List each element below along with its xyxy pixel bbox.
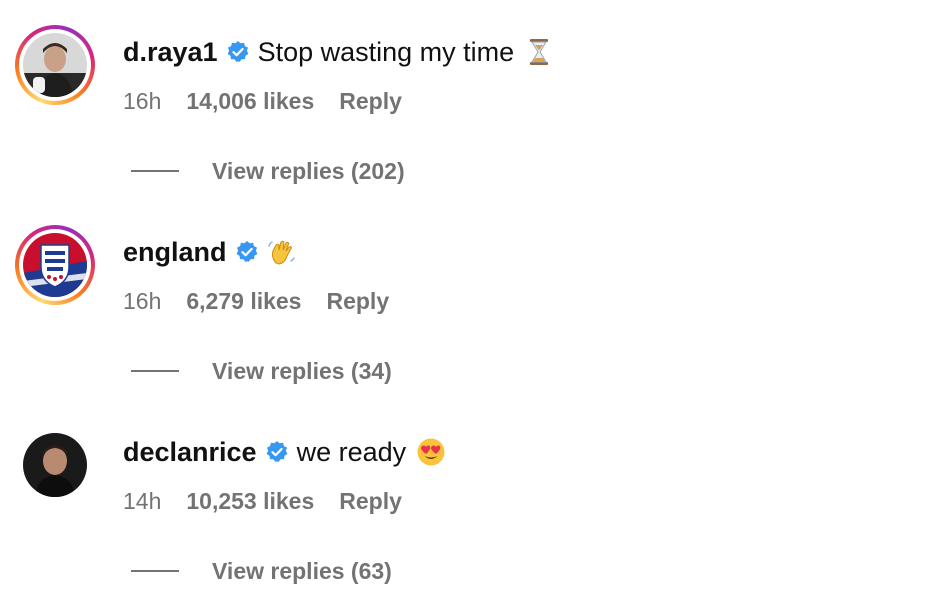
avatar-ring-gap bbox=[19, 29, 91, 101]
likes-count[interactable]: 6,279 likes bbox=[186, 288, 301, 315]
verified-badge-icon bbox=[265, 440, 289, 464]
avatar[interactable] bbox=[23, 433, 87, 497]
verified-badge-icon bbox=[226, 40, 250, 64]
username-link[interactable]: d.raya1 bbox=[123, 37, 218, 68]
verified-badge-icon bbox=[235, 240, 259, 264]
view-replies-label: View replies (202) bbox=[212, 157, 405, 184]
view-replies-label: View replies (34) bbox=[212, 357, 392, 384]
heart-eyes-emoji-icon bbox=[416, 437, 446, 467]
username-link[interactable]: england bbox=[123, 237, 227, 268]
avatar[interactable] bbox=[15, 225, 95, 305]
reply-button[interactable]: Reply bbox=[339, 88, 402, 115]
comment-header: declanrice we ready bbox=[123, 434, 446, 470]
hourglass-emoji-icon bbox=[524, 37, 554, 67]
avatar-photo-declanrice bbox=[23, 433, 87, 497]
comment-timestamp: 14h bbox=[123, 487, 162, 514]
comment-timestamp: 16h bbox=[123, 87, 162, 114]
likes-count[interactable]: 14,006 likes bbox=[186, 88, 314, 115]
waving-hand-emoji-icon bbox=[267, 237, 297, 267]
replies-divider bbox=[131, 170, 179, 172]
likes-count[interactable]: 10,253 likes bbox=[186, 488, 314, 515]
avatar[interactable] bbox=[15, 25, 95, 105]
view-replies-button[interactable]: View replies (63) bbox=[131, 556, 392, 586]
replies-divider bbox=[131, 570, 179, 572]
comment-text: Stop wasting my time bbox=[257, 36, 515, 67]
comment-header: england bbox=[123, 234, 297, 270]
comment-text: we ready bbox=[296, 436, 407, 467]
view-replies-button[interactable]: View replies (202) bbox=[131, 156, 405, 186]
comment-meta: 16h 14,006 likes Reply bbox=[123, 86, 402, 116]
view-replies-label: View replies (63) bbox=[212, 557, 392, 584]
comment-item: d.raya1 Stop wasting my time 16h 14,006 … bbox=[0, 0, 930, 200]
comment-header: d.raya1 Stop wasting my time bbox=[123, 34, 554, 70]
comment-timestamp: 16h bbox=[123, 287, 162, 314]
comment-item: england 16h 6,279 likes Reply View repli… bbox=[0, 200, 930, 400]
comment-meta: 16h 6,279 likes Reply bbox=[123, 286, 389, 316]
avatar-england-crest bbox=[23, 233, 87, 297]
reply-button[interactable]: Reply bbox=[326, 288, 389, 315]
view-replies-button[interactable]: View replies (34) bbox=[131, 356, 392, 386]
username-link[interactable]: declanrice bbox=[123, 437, 257, 468]
avatar-ring-gap bbox=[19, 229, 91, 301]
comment-meta: 14h 10,253 likes Reply bbox=[123, 486, 402, 516]
avatar-photo-draya bbox=[23, 33, 87, 97]
reply-button[interactable]: Reply bbox=[339, 488, 402, 515]
replies-divider bbox=[131, 370, 179, 372]
comment-item: declanrice we ready 14h 10,253 likes Rep… bbox=[0, 400, 930, 600]
